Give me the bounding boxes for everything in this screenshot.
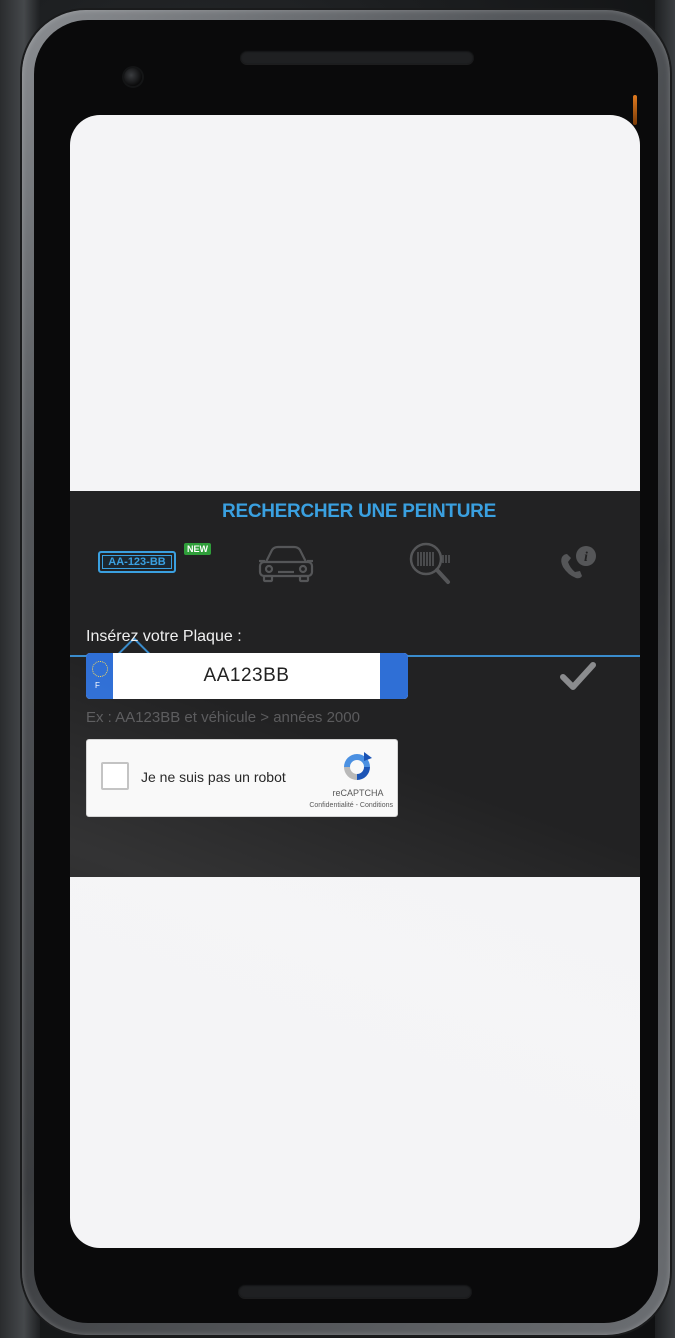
phone-earpiece: [240, 50, 474, 64]
phone-edge-reflection: [633, 95, 637, 125]
recaptcha-brand: reCAPTCHA: [332, 788, 384, 798]
recaptcha-privacy-link[interactable]: Confidentialité: [309, 802, 353, 809]
phone-screen: RECHERCHER UNE PEINTURE AA-123-BB NEW i …: [70, 115, 640, 1248]
tab-vehicle[interactable]: [256, 544, 316, 584]
recaptcha-terms-link[interactable]: Conditions: [360, 802, 393, 809]
eu-stars-icon: [92, 661, 108, 677]
panel-title: RECHERCHER UNE PEINTURE: [222, 501, 496, 522]
barcode-search-icon: [409, 542, 450, 584]
paint-search-panel: RECHERCHER UNE PEINTURE AA-123-BB NEW i …: [70, 491, 640, 877]
recaptcha-checkbox[interactable]: [101, 762, 129, 790]
submit-button[interactable]: [558, 659, 598, 695]
search-tabs: AA-123-BB NEW i: [70, 539, 640, 671]
tab-code-search[interactable]: [406, 541, 456, 587]
phone-info-icon: i: [561, 546, 596, 579]
checkmark-icon: [560, 662, 596, 690]
plate-tab-icon: AA-123-BB: [98, 551, 176, 573]
department-band: [380, 653, 408, 699]
phone-front-camera: [124, 68, 142, 86]
eu-band: F: [86, 653, 113, 699]
plate-input[interactable]: [113, 653, 380, 699]
svg-text:i: i: [584, 550, 588, 565]
recaptcha-label: Je ne suis pas un robot: [141, 769, 286, 785]
recaptcha-widget: Je ne suis pas un robot reCAPTCHA Confid…: [86, 739, 398, 817]
country-letter: F: [95, 681, 100, 690]
new-badge: NEW: [184, 543, 211, 555]
car-icon: [258, 545, 314, 583]
plate-field: F: [86, 653, 408, 699]
recaptcha-links: Confidentialité - Conditions: [283, 802, 393, 809]
recaptcha-logo-icon: [344, 752, 372, 780]
phone-bottom-speaker: [238, 1284, 472, 1298]
tab-plate[interactable]: AA-123-BB: [98, 551, 180, 575]
plate-input-label: Insérez votre Plaque :: [86, 628, 242, 645]
tab-contact[interactable]: i: [556, 545, 600, 581]
plate-hint: Ex : AA123BB et véhicule > années 2000: [86, 709, 360, 726]
